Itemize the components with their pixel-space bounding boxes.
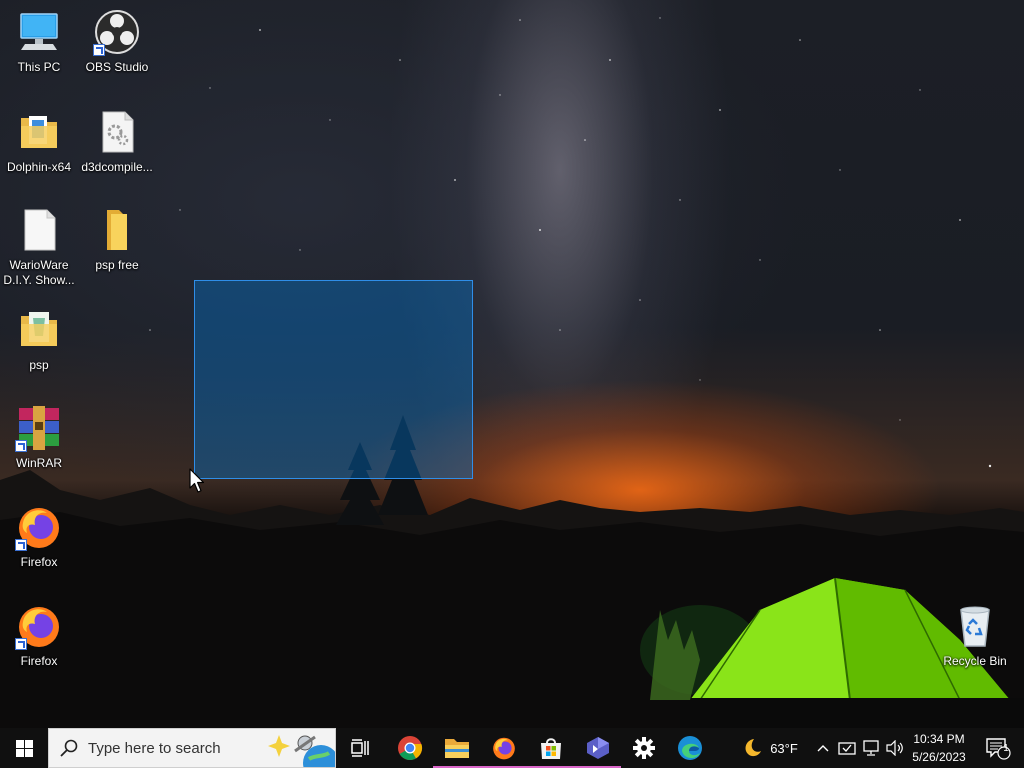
firefox-icon — [15, 503, 63, 551]
taskbar-clock[interactable]: 10:34 PM 5/26/2023 — [904, 728, 974, 768]
tray-network-button[interactable] — [860, 728, 882, 768]
network-icon — [863, 740, 879, 756]
obs-studio-icon — [93, 8, 141, 56]
tray-volume-button[interactable] — [884, 728, 906, 768]
store-icon — [540, 738, 561, 759]
search-icon — [60, 739, 78, 757]
clock-time: 10:34 PM — [913, 732, 965, 746]
icon-label: Recycle Bin — [943, 654, 1007, 668]
desktop-icon-psp[interactable]: psp — [0, 306, 78, 373]
drag-selection-rectangle — [194, 280, 473, 479]
taskbar: Type here to search 63°F 10:34 PM 5/26/2… — [0, 728, 1024, 768]
icon-label: Firefox — [20, 654, 58, 668]
icon-label: psp — [29, 358, 49, 372]
chrome-icon — [397, 736, 422, 761]
show-hidden-icons-button[interactable] — [812, 728, 834, 768]
desktop-icon-psp-free[interactable]: psp free — [78, 206, 156, 273]
icon-label: WinRAR — [15, 456, 62, 470]
desktop-icon-warioware[interactable]: WarioWare D.I.Y. Show... — [0, 206, 78, 288]
icon-label: Firefox — [20, 555, 58, 569]
visual-studio-icon — [586, 737, 609, 759]
task-view-icon — [350, 739, 369, 757]
tray-device-button[interactable] — [836, 728, 858, 768]
search-highlight-illustration-icon — [268, 735, 335, 767]
folder-icon — [15, 108, 63, 156]
shortcut-arrow-icon — [93, 44, 105, 56]
folder-icon — [15, 306, 63, 354]
taskbar-chrome-button[interactable] — [386, 728, 433, 768]
computer-icon — [15, 8, 63, 56]
blank-file-icon — [15, 206, 63, 254]
folder-icon — [93, 206, 141, 254]
speaker-icon — [886, 740, 903, 756]
edge-icon — [677, 736, 702, 760]
search-placeholder: Type here to search — [88, 739, 221, 757]
firefox-icon — [492, 737, 515, 760]
shortcut-arrow-icon — [15, 539, 27, 551]
desktop-icon-d3dcompiler[interactable]: d3dcompile... — [78, 108, 156, 175]
taskbar-visual-studio-button[interactable] — [574, 728, 621, 768]
taskbar-file-explorer-button[interactable] — [433, 728, 480, 768]
icon-label: WarioWare D.I.Y. Show... — [3, 258, 75, 287]
taskbar-firefox-button[interactable] — [480, 728, 527, 768]
desktop-icon-recycle-bin[interactable]: Recycle Bin — [936, 602, 1014, 669]
mouse-cursor-icon — [189, 468, 205, 493]
chevron-up-icon — [817, 745, 829, 752]
icon-label: OBS Studio — [85, 60, 149, 74]
icon-label: psp free — [95, 258, 139, 272]
shortcut-arrow-icon — [15, 440, 27, 452]
weather-temperature: 63°F — [770, 740, 798, 756]
taskbar-settings-button[interactable] — [620, 728, 667, 768]
notification-count-badge: 1 — [1003, 743, 1009, 754]
desktop-icon-dolphin-x64[interactable]: Dolphin-x64 — [0, 108, 78, 175]
shortcut-arrow-icon — [15, 638, 27, 650]
desktop-icon-firefox-1[interactable]: Firefox — [0, 503, 78, 570]
file-explorer-icon — [444, 739, 469, 758]
recycle-bin-icon — [951, 602, 999, 650]
firefox-icon — [15, 602, 63, 650]
removable-device-icon — [838, 742, 856, 755]
desktop-icon-obs-studio[interactable]: OBS Studio — [78, 8, 156, 75]
clock-date: 5/26/2023 — [912, 750, 966, 764]
gear-icon — [632, 737, 655, 759]
icon-label: d3dcompile... — [81, 160, 153, 174]
moon-icon — [745, 739, 762, 757]
taskbar-edge-button[interactable] — [666, 728, 713, 768]
desktop-icon-this-pc[interactable]: This PC — [0, 8, 78, 75]
dll-file-icon — [93, 108, 141, 156]
desktop-icon-firefox-2[interactable]: Firefox — [0, 602, 78, 669]
icon-label: This PC — [17, 60, 61, 74]
taskbar-search-box[interactable]: Type here to search — [48, 728, 336, 768]
weather-widget[interactable]: 63°F — [736, 728, 802, 768]
icon-label: Dolphin-x64 — [6, 160, 72, 174]
taskbar-task-view-button[interactable] — [337, 728, 384, 768]
winrar-icon — [15, 404, 63, 452]
taskbar-store-button[interactable] — [527, 728, 574, 768]
start-button[interactable] — [0, 728, 48, 768]
windows-logo-icon — [15, 739, 33, 757]
notification-center-button[interactable]: 1 — [978, 728, 1018, 768]
desktop-icon-winrar[interactable]: WinRAR — [0, 404, 78, 471]
